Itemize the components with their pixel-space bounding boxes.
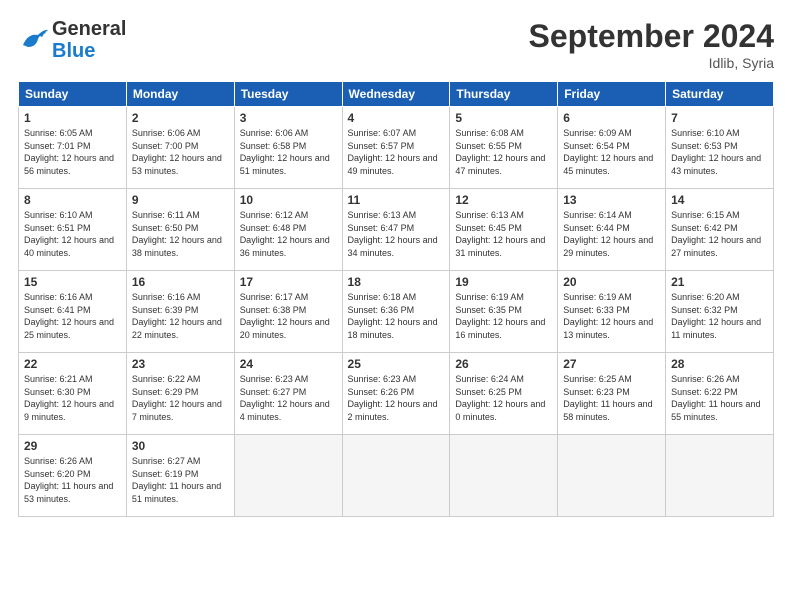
table-row: 8 Sunrise: 6:10 AMSunset: 6:51 PMDayligh… xyxy=(19,189,127,271)
table-row: 20 Sunrise: 6:19 AMSunset: 6:33 PMDaylig… xyxy=(558,271,666,353)
table-row: 7 Sunrise: 6:10 AMSunset: 6:53 PMDayligh… xyxy=(666,107,774,189)
table-row: 30 Sunrise: 6:27 AMSunset: 6:19 PMDaylig… xyxy=(126,435,234,517)
logo-bird-icon xyxy=(18,25,48,55)
col-friday: Friday xyxy=(558,82,666,107)
empty-cell xyxy=(558,435,666,517)
title-block: September 2024 Idlib, Syria xyxy=(529,18,774,71)
table-row: 10 Sunrise: 6:12 AMSunset: 6:48 PMDaylig… xyxy=(234,189,342,271)
col-monday: Monday xyxy=(126,82,234,107)
empty-cell xyxy=(666,435,774,517)
logo-name: General Blue xyxy=(52,18,126,62)
table-row: 27 Sunrise: 6:25 AMSunset: 6:23 PMDaylig… xyxy=(558,353,666,435)
col-tuesday: Tuesday xyxy=(234,82,342,107)
calendar-week-3: 15 Sunrise: 6:16 AMSunset: 6:41 PMDaylig… xyxy=(19,271,774,353)
table-row: 23 Sunrise: 6:22 AMSunset: 6:29 PMDaylig… xyxy=(126,353,234,435)
table-row: 26 Sunrise: 6:24 AMSunset: 6:25 PMDaylig… xyxy=(450,353,558,435)
table-row: 25 Sunrise: 6:23 AMSunset: 6:26 PMDaylig… xyxy=(342,353,450,435)
month-title: September 2024 xyxy=(529,18,774,55)
table-row: 11 Sunrise: 6:13 AMSunset: 6:47 PMDaylig… xyxy=(342,189,450,271)
col-sunday: Sunday xyxy=(19,82,127,107)
table-row: 16 Sunrise: 6:16 AMSunset: 6:39 PMDaylig… xyxy=(126,271,234,353)
table-row: 6 Sunrise: 6:09 AMSunset: 6:54 PMDayligh… xyxy=(558,107,666,189)
calendar-week-1: 1 Sunrise: 6:05 AMSunset: 7:01 PMDayligh… xyxy=(19,107,774,189)
table-row: 9 Sunrise: 6:11 AMSunset: 6:50 PMDayligh… xyxy=(126,189,234,271)
logo-general: General xyxy=(52,18,126,40)
table-row: 3 Sunrise: 6:06 AMSunset: 6:58 PMDayligh… xyxy=(234,107,342,189)
logo: General Blue xyxy=(18,18,126,62)
table-row: 12 Sunrise: 6:13 AMSunset: 6:45 PMDaylig… xyxy=(450,189,558,271)
table-row: 5 Sunrise: 6:08 AMSunset: 6:55 PMDayligh… xyxy=(450,107,558,189)
table-row: 4 Sunrise: 6:07 AMSunset: 6:57 PMDayligh… xyxy=(342,107,450,189)
empty-cell xyxy=(450,435,558,517)
table-row: 29 Sunrise: 6:26 AMSunset: 6:20 PMDaylig… xyxy=(19,435,127,517)
table-row: 28 Sunrise: 6:26 AMSunset: 6:22 PMDaylig… xyxy=(666,353,774,435)
table-row: 14 Sunrise: 6:15 AMSunset: 6:42 PMDaylig… xyxy=(666,189,774,271)
page-header: General Blue September 2024 Idlib, Syria xyxy=(18,18,774,71)
table-row: 21 Sunrise: 6:20 AMSunset: 6:32 PMDaylig… xyxy=(666,271,774,353)
calendar-week-5: 29 Sunrise: 6:26 AMSunset: 6:20 PMDaylig… xyxy=(19,435,774,517)
col-wednesday: Wednesday xyxy=(342,82,450,107)
table-row: 17 Sunrise: 6:17 AMSunset: 6:38 PMDaylig… xyxy=(234,271,342,353)
table-row: 19 Sunrise: 6:19 AMSunset: 6:35 PMDaylig… xyxy=(450,271,558,353)
table-row: 13 Sunrise: 6:14 AMSunset: 6:44 PMDaylig… xyxy=(558,189,666,271)
table-row: 2 Sunrise: 6:06 AMSunset: 7:00 PMDayligh… xyxy=(126,107,234,189)
logo-blue: Blue xyxy=(52,40,126,62)
table-row: 22 Sunrise: 6:21 AMSunset: 6:30 PMDaylig… xyxy=(19,353,127,435)
calendar-table: Sunday Monday Tuesday Wednesday Thursday… xyxy=(18,81,774,517)
calendar-week-2: 8 Sunrise: 6:10 AMSunset: 6:51 PMDayligh… xyxy=(19,189,774,271)
table-row: 1 Sunrise: 6:05 AMSunset: 7:01 PMDayligh… xyxy=(19,107,127,189)
col-saturday: Saturday xyxy=(666,82,774,107)
calendar-header-row: Sunday Monday Tuesday Wednesday Thursday… xyxy=(19,82,774,107)
calendar-week-4: 22 Sunrise: 6:21 AMSunset: 6:30 PMDaylig… xyxy=(19,353,774,435)
empty-cell xyxy=(234,435,342,517)
table-row: 24 Sunrise: 6:23 AMSunset: 6:27 PMDaylig… xyxy=(234,353,342,435)
location: Idlib, Syria xyxy=(529,55,774,71)
col-thursday: Thursday xyxy=(450,82,558,107)
empty-cell xyxy=(342,435,450,517)
table-row: 18 Sunrise: 6:18 AMSunset: 6:36 PMDaylig… xyxy=(342,271,450,353)
table-row: 15 Sunrise: 6:16 AMSunset: 6:41 PMDaylig… xyxy=(19,271,127,353)
